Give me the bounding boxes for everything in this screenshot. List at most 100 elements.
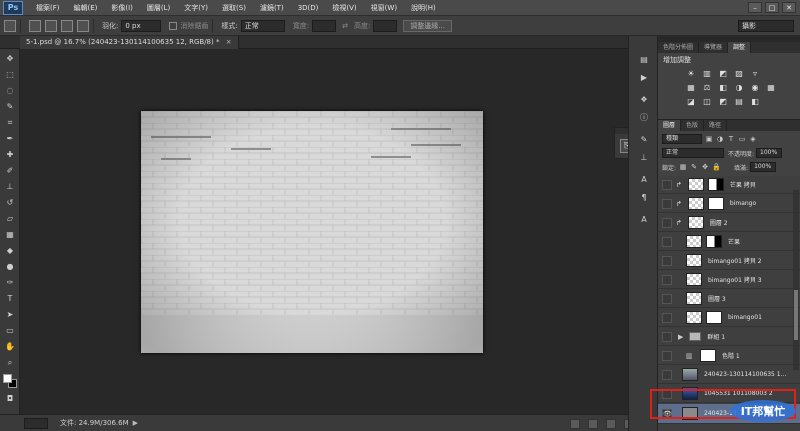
- brush-tool-icon[interactable]: ✐: [4, 165, 16, 176]
- visibility-toggle[interactable]: [662, 312, 672, 323]
- levels-icon[interactable]: ▥: [702, 69, 712, 79]
- foreground-color-swatch[interactable]: [3, 374, 12, 383]
- fill-input[interactable]: 100%: [750, 162, 777, 172]
- minimize-button[interactable]: –: [748, 2, 762, 13]
- maximize-button[interactable]: □: [765, 2, 779, 13]
- history-icon[interactable]: ▤: [637, 54, 651, 65]
- blur-tool-icon[interactable]: ◆: [4, 245, 16, 256]
- width-input[interactable]: [312, 19, 337, 32]
- visibility-toggle[interactable]: [662, 350, 672, 361]
- visibility-toggle[interactable]: [662, 293, 672, 304]
- move-tool-icon[interactable]: ✥: [4, 53, 16, 64]
- lock-position-icon[interactable]: ✥: [701, 163, 709, 171]
- menu-view[interactable]: 檢視(V): [325, 3, 363, 13]
- info-icon[interactable]: ⓘ: [637, 112, 651, 123]
- feather-input[interactable]: 0 px: [121, 19, 162, 32]
- menu-window[interactable]: 視窗(W): [364, 3, 404, 13]
- layer-row[interactable]: ↱ 芒果 拷貝: [658, 176, 800, 194]
- visibility-toggle[interactable]: [662, 274, 672, 285]
- height-input[interactable]: [373, 19, 398, 32]
- marquee-tool-icon[interactable]: ⬚: [4, 69, 16, 80]
- layer-row[interactable]: 芒果: [658, 233, 800, 251]
- menu-image[interactable]: 影像(I): [104, 3, 140, 13]
- tab-layers[interactable]: 圖層: [658, 120, 682, 131]
- layers-scrollbar[interactable]: [793, 190, 799, 370]
- filter-adjustment-icon[interactable]: ◑: [716, 135, 724, 143]
- menu-layer[interactable]: 圖層(L): [140, 3, 177, 13]
- quick-mask-icon[interactable]: ◘: [4, 393, 16, 404]
- visibility-toggle[interactable]: [662, 369, 672, 380]
- marquee-tool-preset-icon[interactable]: [4, 19, 16, 32]
- tab-navigator[interactable]: 導覽器: [699, 42, 729, 53]
- layer-row[interactable]: 圖層 3: [658, 290, 800, 308]
- layer-name[interactable]: bimango01 拷貝 2: [708, 256, 762, 265]
- gradient-tool-icon[interactable]: ▦: [4, 229, 16, 240]
- layer-mask-thumbnail[interactable]: [706, 311, 722, 324]
- tab-paths[interactable]: 路徑: [704, 120, 728, 131]
- add-selection-icon[interactable]: [45, 19, 57, 32]
- swap-icon[interactable]: ⇄: [342, 22, 348, 30]
- layer-row[interactable]: 240423-130114100635 1...: [658, 366, 800, 384]
- layer-name[interactable]: 240423-130114100635 1...: [704, 371, 786, 378]
- visibility-toggle[interactable]: [662, 331, 672, 342]
- layer-name[interactable]: 色階 1: [722, 351, 740, 360]
- close-tab-icon[interactable]: ×: [226, 38, 232, 46]
- layer-name[interactable]: 圖層 3: [708, 294, 726, 303]
- layer-mask-thumbnail[interactable]: [700, 349, 716, 362]
- visibility-toggle[interactable]: [662, 179, 672, 190]
- lasso-tool-icon[interactable]: ◌: [4, 85, 16, 96]
- vibrance-icon[interactable]: ▿: [750, 69, 760, 79]
- threshold-icon[interactable]: ◩: [718, 97, 728, 107]
- visibility-toggle[interactable]: [662, 217, 672, 228]
- clone-source-icon[interactable]: ⊥: [637, 152, 651, 163]
- eyedropper-tool-icon[interactable]: ✒: [4, 133, 16, 144]
- shape-tool-icon[interactable]: ▭: [4, 325, 16, 336]
- paragraph-icon[interactable]: ¶: [637, 192, 651, 203]
- filter-shape-icon[interactable]: ▭: [738, 135, 746, 143]
- canvas-area[interactable]: » ⎘: [20, 49, 640, 414]
- brightness-icon[interactable]: ☀: [686, 69, 696, 79]
- pen-tool-icon[interactable]: ✑: [4, 277, 16, 288]
- character-icon[interactable]: A: [637, 174, 651, 185]
- menu-3d[interactable]: 3D(D): [291, 4, 326, 12]
- blend-mode-select[interactable]: 正常: [662, 148, 724, 158]
- filter-smart-icon[interactable]: ◈: [749, 135, 757, 143]
- subtract-selection-icon[interactable]: [61, 19, 73, 32]
- visibility-toggle[interactable]: [662, 198, 672, 209]
- status-menu-arrow-icon[interactable]: ▶: [133, 419, 138, 427]
- posterize-icon[interactable]: ◫: [702, 97, 712, 107]
- menu-filter[interactable]: 濾鏡(T): [253, 3, 291, 13]
- layer-mask-thumbnail[interactable]: [706, 235, 722, 248]
- chevron-right-icon[interactable]: ▶: [678, 333, 683, 341]
- layer-name[interactable]: 芒果 拷貝: [730, 180, 756, 189]
- healing-brush-tool-icon[interactable]: ✚: [4, 149, 16, 160]
- refine-edge-button[interactable]: 調整邊緣...: [403, 19, 452, 32]
- invert-icon[interactable]: ◪: [686, 97, 696, 107]
- dodge-tool-icon[interactable]: ●: [4, 261, 16, 272]
- type-tool-icon[interactable]: T: [4, 293, 16, 304]
- quick-select-tool-icon[interactable]: ✎: [4, 101, 16, 112]
- filter-type-icon[interactable]: T: [727, 135, 735, 143]
- filter-pixel-icon[interactable]: ▣: [705, 135, 713, 143]
- layer-row[interactable]: ▥ 色階 1: [658, 347, 800, 365]
- hand-tool-icon[interactable]: ✋: [4, 341, 16, 352]
- eraser-tool-icon[interactable]: ▱: [4, 213, 16, 224]
- black-white-icon[interactable]: ◧: [718, 83, 728, 93]
- visibility-toggle[interactable]: [662, 236, 672, 247]
- selective-color-icon[interactable]: ◧: [750, 97, 760, 107]
- taskbar-app-icon[interactable]: [588, 418, 598, 429]
- menu-edit[interactable]: 編輯(E): [67, 3, 105, 13]
- brush-presets-icon[interactable]: ✎: [637, 134, 651, 145]
- layer-row[interactable]: bimango01 拷貝 2: [658, 252, 800, 270]
- layer-row[interactable]: bimango01: [658, 309, 800, 327]
- visibility-toggle[interactable]: [662, 255, 672, 266]
- layer-row[interactable]: ↱ 圖層 2: [658, 214, 800, 232]
- workspace-select[interactable]: 攝影: [738, 20, 794, 32]
- menu-file[interactable]: 檔案(F): [29, 3, 67, 13]
- layer-filter-select[interactable]: 種類: [662, 134, 702, 144]
- menu-select[interactable]: 選取(S): [215, 3, 253, 13]
- layer-name[interactable]: bimango: [730, 200, 756, 207]
- layer-name[interactable]: 芒果: [728, 237, 740, 246]
- lock-all-icon[interactable]: 🔒: [712, 163, 721, 171]
- document-canvas[interactable]: [141, 111, 483, 353]
